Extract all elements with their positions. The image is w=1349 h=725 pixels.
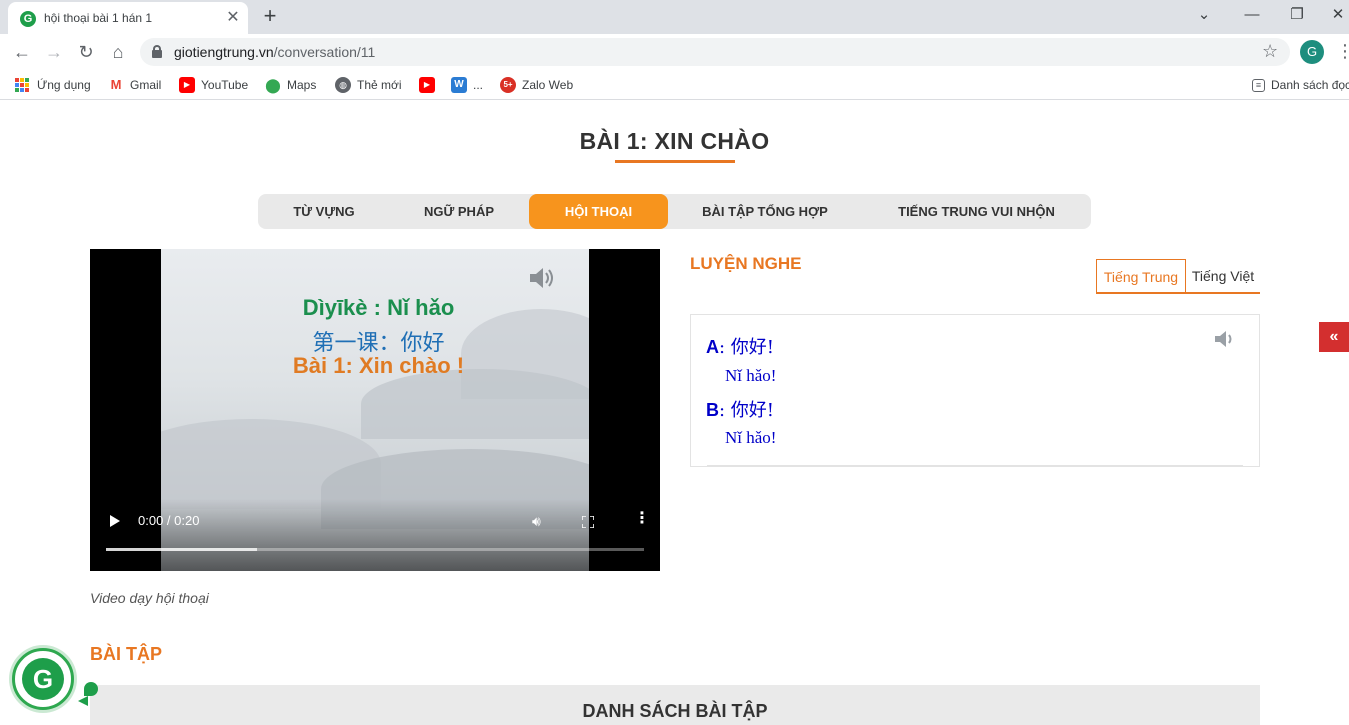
url-path: /conversation/11: [273, 44, 376, 60]
tab-search-chevron-icon[interactable]: ⌄: [1184, 4, 1224, 28]
bookmark-apps-label: Ứng dụng: [37, 78, 91, 92]
video-speaker-icon: [527, 265, 557, 291]
home-icon[interactable]: ⌂: [106, 40, 130, 64]
new-tab-icon[interactable]: +: [258, 5, 282, 29]
video-controls: [90, 499, 660, 571]
window-close-icon[interactable]: ✕: [1318, 4, 1349, 28]
lesson-tab-nav: TỪ VỰNG NGỮ PHÁP HỘI THOẠI BÀI TẬP TỔNG …: [258, 194, 1091, 229]
restore-icon[interactable]: ❐: [1277, 4, 1317, 28]
globe-icon: ◍: [335, 77, 351, 93]
exercises-heading: BÀI TẬP: [90, 644, 162, 664]
tab-title: hội thoại bài 1 hán 1: [44, 11, 153, 25]
dialogue-line-a: A: 你好!: [706, 337, 775, 358]
browser-menu-icon[interactable]: ⋮: [1336, 40, 1349, 64]
video-buffer-bar: [106, 548, 257, 551]
exercise-list-header: DANH SÁCH BÀI TẬP: [90, 685, 1260, 725]
dialogue-divider: [707, 465, 1243, 466]
line-a-pinyin: Nǐ hǎo!: [725, 366, 777, 385]
dialogue-speaker-icon[interactable]: [1213, 329, 1237, 349]
reading-list-icon: ≡: [1252, 78, 1265, 92]
bookmark-maps-label: Maps: [287, 78, 317, 92]
bookmark-word-label: ...: [473, 78, 484, 92]
youtube-icon: ▶: [419, 77, 435, 93]
video-progress-track[interactable]: [106, 548, 644, 551]
bookmark-zalo[interactable]: 5+ Zalo Web: [500, 76, 573, 94]
side-panel-toggle[interactable]: «: [1319, 322, 1349, 352]
apps-grid-icon: [15, 78, 29, 92]
bookmark-gmail[interactable]: M Gmail: [108, 76, 161, 94]
page-title: BÀI 1: XIN CHÀO: [579, 128, 770, 154]
maps-pin-icon: ⬤: [265, 77, 281, 93]
fullscreen-icon[interactable]: [581, 515, 595, 529]
address-bar[interactable]: giotiengtrung.vn/conversation/11 ☆: [140, 38, 1290, 66]
tab-hoi-thoai[interactable]: HỘI THOẠI: [529, 194, 668, 229]
tab-tieng-trung-vui-nhon[interactable]: TIẾNG TRUNG VUI NHỘN: [862, 194, 1091, 229]
language-tabs: Tiếng Trung Tiếng Việt: [1096, 259, 1260, 294]
url-host: giotiengtrung.vn: [174, 44, 274, 60]
back-icon[interactable]: ←: [10, 40, 34, 64]
bookmark-youtube[interactable]: ▶ YouTube: [179, 76, 248, 94]
video-more-icon[interactable]: ⋮: [634, 511, 650, 527]
forward-icon[interactable]: →: [42, 40, 66, 64]
logo-icon: G: [22, 658, 64, 700]
line-b-chinese: 你好!: [730, 400, 775, 421]
bookmark-youtube-2[interactable]: ▶: [419, 76, 441, 94]
dialogue-line-b: B: 你好!: [706, 400, 775, 421]
video-caption: Video dạy hội thoại: [90, 590, 209, 606]
youtube-icon: ▶: [179, 77, 195, 93]
bookmarks-bar: Ứng dụng M Gmail ▶ YouTube ⬤ Maps ◍ Thẻ …: [0, 70, 1349, 100]
close-tab-icon[interactable]: ✕: [224, 9, 242, 27]
video-time: 0:00 / 0:20: [138, 513, 200, 528]
play-icon[interactable]: [110, 515, 120, 527]
volume-icon[interactable]: 🔊︎: [532, 513, 541, 530]
tab-ngu-phap[interactable]: NGỮ PHÁP: [390, 194, 528, 229]
bookmark-youtube-label: YouTube: [201, 78, 249, 92]
tab-tu-vung[interactable]: TỪ VỰNG: [258, 194, 390, 229]
bookmark-new-tab-label: Thẻ mới: [357, 78, 402, 92]
browser-toolbar: ← → ↻ ⌂ giotiengtrung.vn/conversation/11…: [0, 34, 1349, 70]
bookmark-new-tab[interactable]: ◍ Thẻ mới: [335, 76, 402, 94]
tab-bai-tap-tong-hop[interactable]: BÀI TẬP TỔNG HỢP: [668, 194, 862, 229]
browser-tab[interactable]: G hội thoại bài 1 hán 1 ✕: [8, 2, 248, 34]
lang-tab-chinese[interactable]: Tiếng Trung: [1096, 259, 1186, 294]
video-pinyin-title: Dìyīkè : Nǐ hǎo: [302, 295, 455, 320]
line-a-chinese: 你好!: [730, 337, 775, 358]
video-vietnamese-title: Bài 1: Xin chào !: [292, 353, 465, 378]
floating-logo-button[interactable]: G: [12, 648, 74, 710]
chat-tail-icon: [78, 696, 88, 706]
bookmark-gmail-label: Gmail: [130, 78, 162, 92]
reading-list-label: Danh sách đọc: [1271, 78, 1349, 92]
title-underline: [615, 160, 735, 163]
listening-heading: LUYỆN NGHE: [690, 254, 802, 273]
reload-icon[interactable]: ↻: [74, 40, 98, 64]
browser-tab-strip: G hội thoại bài 1 hán 1 ✕ + ⌄ — ❐ ✕: [0, 0, 1349, 34]
lock-icon: [152, 45, 162, 58]
bookmark-zalo-label: Zalo Web: [522, 78, 574, 92]
word-icon: W: [451, 77, 467, 93]
gmail-icon: M: [108, 77, 124, 93]
chat-bubble-icon[interactable]: [84, 682, 98, 696]
exercise-list-title: DANH SÁCH BÀI TẬP: [582, 701, 768, 721]
profile-avatar[interactable]: G: [1300, 40, 1324, 64]
site-favicon-icon: G: [20, 11, 36, 27]
lang-tab-vietnamese[interactable]: Tiếng Việt: [1186, 259, 1260, 294]
speaker-a: A: [706, 337, 719, 357]
minimize-icon[interactable]: —: [1232, 4, 1272, 28]
zalo-icon: 5+: [500, 77, 516, 93]
bookmark-star-icon[interactable]: ☆: [1262, 41, 1278, 62]
speaker-b: B: [706, 400, 719, 420]
line-b-pinyin: Nǐ hǎo!: [725, 428, 777, 447]
url-text: giotiengtrung.vn/conversation/11: [174, 44, 375, 60]
bookmark-maps[interactable]: ⬤ Maps: [265, 76, 316, 94]
bookmark-apps[interactable]: Ứng dụng: [15, 76, 91, 94]
reading-list[interactable]: ≡ Danh sách đọc: [1252, 76, 1349, 94]
dialogue-box: A: 你好! Nǐ hǎo! B: 你好! Nǐ hǎo!: [690, 314, 1260, 467]
bookmark-word[interactable]: W ...: [451, 76, 483, 94]
lesson-video-player[interactable]: Dìyīkè : Nǐ hǎo 第一课：你好 Bài 1: Xin chào !…: [90, 249, 660, 571]
